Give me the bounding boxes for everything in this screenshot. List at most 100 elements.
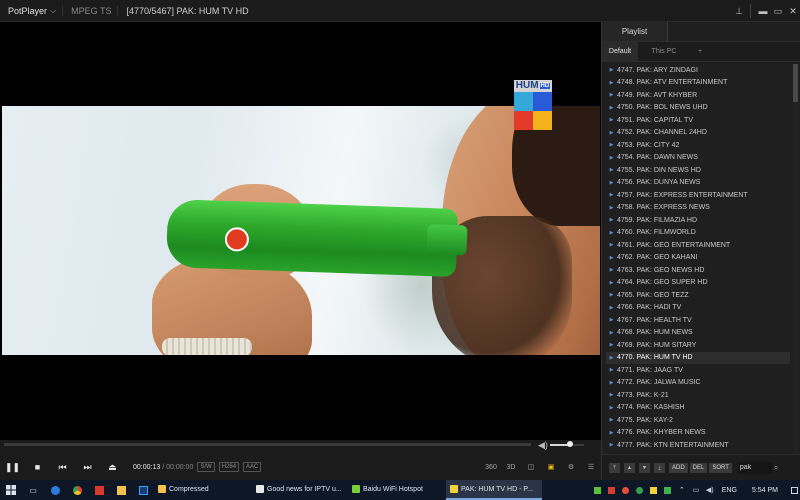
file-explorer-icon[interactable] xyxy=(110,480,132,500)
audio-badge[interactable]: AAC xyxy=(243,462,262,472)
tab-playlist[interactable]: Playlist xyxy=(602,21,668,41)
playlist-item[interactable]: ▶ 4752. PAK: CHANNEL 24HD xyxy=(606,127,790,140)
playlist-item[interactable]: ▶ 4776. PAK: KHYBER NEWS xyxy=(606,427,790,440)
playlist-item[interactable]: ▶ 4755. PAK: DIN NEWS HD xyxy=(606,164,790,177)
scrollbar-thumb[interactable] xyxy=(793,64,798,102)
volume-knob[interactable] xyxy=(567,441,574,447)
stop-button[interactable]: ■ xyxy=(25,457,50,477)
playlist-item[interactable]: ▶ 4751. PAK: CAPITAL TV xyxy=(606,114,790,127)
clock[interactable]: 5:54 PM xyxy=(742,487,788,494)
add-button[interactable]: ADD xyxy=(669,462,688,473)
close-icon[interactable]: ✕ xyxy=(786,0,800,22)
next-button[interactable]: ⏭ xyxy=(75,457,100,477)
search-icon[interactable]: ⌕ xyxy=(774,463,778,473)
volume-icon[interactable]: ◀) xyxy=(538,440,548,451)
volume-tray-icon[interactable]: ◀) xyxy=(703,480,717,500)
edge-icon[interactable] xyxy=(44,480,66,500)
sw-badge[interactable]: S/W xyxy=(197,462,215,472)
volume-slider[interactable] xyxy=(550,441,584,447)
seek-bar[interactable] xyxy=(4,443,531,446)
capture-icon[interactable]: ◫ xyxy=(521,463,541,471)
task-view-icon[interactable]: ▭ xyxy=(22,480,44,500)
taskbar-task[interactable]: Compressed xyxy=(154,480,252,500)
move-up-icon[interactable]: ▲ xyxy=(624,462,635,473)
tab-default[interactable]: Default xyxy=(602,41,638,62)
playlist-item[interactable]: ▶ 4765. PAK: GEO TEZZ xyxy=(606,289,790,302)
playlist-item[interactable]: ▶ 4758. PAK: EXPRESS NEWS xyxy=(606,202,790,215)
3d-button[interactable]: 3D xyxy=(501,464,521,471)
playlist-item[interactable]: ▶ 4766. PAK: HADI TV xyxy=(606,302,790,315)
playlist-item[interactable]: ▶ 4756. PAK: DUNYA NEWS xyxy=(606,177,790,190)
playlist-item[interactable]: ▶ 4753. PAK: CITY 42 xyxy=(606,139,790,152)
window-title: [4770/5467] PAK: HUM TV HD xyxy=(117,5,249,16)
tray-app-icon[interactable] xyxy=(605,480,619,500)
playlist-item[interactable]: ▶ 4757. PAK: EXPRESS ENTERTAINMENT xyxy=(606,189,790,202)
playlist-item[interactable]: ▶ 4761. PAK: GEO ENTERTAINMENT xyxy=(606,239,790,252)
video-area[interactable]: HUM HD xyxy=(0,22,601,440)
playlist-item[interactable]: ▶ 4762. PAK: GEO KAHANI xyxy=(606,252,790,265)
taskbar-task[interactable]: Good news for IPTV u... xyxy=(252,480,348,500)
playlist-item[interactable]: ▶ 4764. PAK: GEO SUPER HD xyxy=(606,277,790,290)
playlist-item[interactable]: ▶ 4747. PAK: ARY ZINDAGI xyxy=(606,64,790,77)
playlist-item[interactable]: ▶ 4768. PAK: HUM NEWS xyxy=(606,327,790,340)
video-bracelet xyxy=(162,338,252,355)
move-top-icon[interactable]: ⤒ xyxy=(609,462,620,473)
playlist-item[interactable]: ▶ 4750. PAK: BOL NEWS UHD xyxy=(606,102,790,115)
playlist-item[interactable]: ▶ 4777. PAK: KTN ENTERTAINMENT xyxy=(606,439,790,452)
chrome-icon[interactable] xyxy=(66,480,88,500)
360-button[interactable]: 360 xyxy=(481,464,501,471)
playlist-item[interactable]: ▶ 4748. PAK: ATV ENTERTAINMENT xyxy=(606,77,790,90)
minimize-icon[interactable]: ▬ xyxy=(756,0,770,22)
move-bottom-icon[interactable]: ⤓ xyxy=(654,462,665,473)
playlist-item[interactable]: ▶ 4770. PAK: HUM TV HD xyxy=(606,351,790,364)
menu-icon[interactable]: ☰ xyxy=(581,463,601,471)
tray-app-icon[interactable] xyxy=(647,480,661,500)
playlist-item[interactable]: ▶ 4749. PAK: AVT KHYBER xyxy=(606,89,790,102)
pin-icon[interactable]: ⊥ xyxy=(732,0,746,22)
taskbar-task[interactable]: PAK: HUM TV HD - P... xyxy=(446,480,542,500)
playlist-item[interactable]: ▶ 4773. PAK: K-21 xyxy=(606,389,790,402)
playlist-item[interactable]: ▶ 4772. PAK: JALWA MUSIC xyxy=(606,377,790,390)
chevron-up-icon[interactable]: ⌃ xyxy=(675,480,689,500)
playlist-item[interactable]: ▶ 4769. PAK: HUM SITARY xyxy=(606,339,790,352)
language-indicator[interactable]: ENG xyxy=(717,487,742,494)
subtitle-icon[interactable]: ▣ xyxy=(541,463,561,471)
sort-button[interactable]: SORT xyxy=(709,462,732,473)
playlist-item[interactable]: ▶ 4771. PAK: JAAG TV xyxy=(606,364,790,377)
playlist-scrollbar[interactable] xyxy=(793,64,798,472)
playlist-item[interactable]: ▶ 4759. PAK: FILMAZIA HD xyxy=(606,214,790,227)
play-arrow-icon: ▶ xyxy=(609,67,614,74)
play-arrow-icon: ▶ xyxy=(609,342,614,349)
playlist-search-input[interactable] xyxy=(737,461,772,474)
playlist-item[interactable]: ▶ 4760. PAK: FILMWORLD xyxy=(606,227,790,240)
codec-badge[interactable]: H264 xyxy=(218,462,240,472)
play-arrow-icon: ▶ xyxy=(609,392,614,399)
playlist-item[interactable]: ▶ 4763. PAK: GEO NEWS HD xyxy=(606,264,790,277)
eject-icon[interactable]: ⏏ xyxy=(100,457,125,477)
playlist-item[interactable]: ▶ 4767. PAK: HEALTH TV xyxy=(606,314,790,327)
tray-app-icon[interactable] xyxy=(619,480,633,500)
previous-button[interactable]: ⏮ xyxy=(50,457,75,477)
app-icon[interactable] xyxy=(88,480,110,500)
taskbar-task[interactable]: Baidu WiFi Hotspot xyxy=(348,480,446,500)
tray-app-icon[interactable] xyxy=(633,480,647,500)
maximize-icon[interactable]: ▭ xyxy=(771,0,785,22)
playlist-item[interactable]: ▶ 4774. PAK: KASHISH xyxy=(606,402,790,415)
playlist-item-label: 4753. PAK: CITY 42 xyxy=(617,141,680,149)
play-pause-button[interactable]: ❚❚ xyxy=(0,457,25,477)
add-tab-button[interactable]: + xyxy=(690,42,710,62)
playlist-item[interactable]: ▶ 4754. PAK: DAWN NEWS xyxy=(606,152,790,165)
delete-button[interactable]: DEL xyxy=(689,462,708,473)
current-time: 00:00:13 xyxy=(133,463,161,471)
network-icon[interactable]: ▭ xyxy=(689,480,703,500)
tray-app-icon[interactable] xyxy=(591,480,605,500)
photoshop-icon[interactable] xyxy=(132,480,154,500)
notifications-icon[interactable] xyxy=(788,480,800,500)
start-button[interactable] xyxy=(0,480,22,500)
app-menu-button[interactable]: PotPlayer ⌵ xyxy=(0,6,62,16)
move-down-icon[interactable]: ▼ xyxy=(639,462,650,473)
tray-app-icon[interactable] xyxy=(661,480,675,500)
playlist-item[interactable]: ▶ 4775. PAK: KAY-2 xyxy=(606,414,790,427)
settings-icon[interactable]: ⚙ xyxy=(561,463,581,471)
tab-this-pc[interactable]: This PC xyxy=(638,42,690,62)
